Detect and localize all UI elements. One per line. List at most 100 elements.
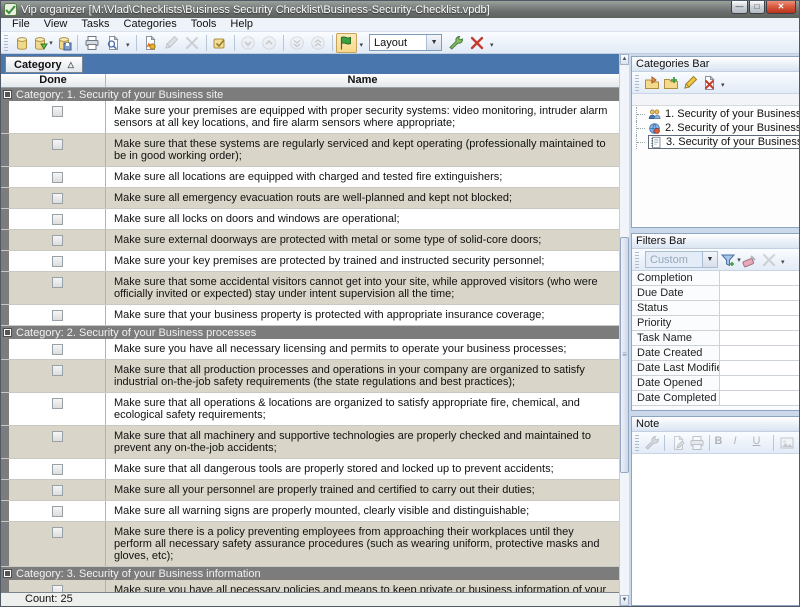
filter-value-field[interactable] xyxy=(720,331,799,345)
menu-item-view[interactable]: View xyxy=(37,18,75,31)
filter-value-field[interactable] xyxy=(720,391,799,405)
toolbar-grip[interactable] xyxy=(635,435,639,451)
task-row[interactable]: Make sure all emergency evacuation routs… xyxy=(1,188,619,209)
menu-item-tasks[interactable]: Tasks xyxy=(74,18,116,31)
task-row[interactable]: Make sure you have all necessary policie… xyxy=(1,580,619,592)
task-checkbox[interactable] xyxy=(52,214,63,225)
menu-item-help[interactable]: Help xyxy=(223,18,260,31)
filter-value-field[interactable] xyxy=(720,286,799,300)
delete-category-button[interactable] xyxy=(699,73,718,93)
close-button[interactable]: ✕ xyxy=(766,1,796,14)
delete-layout-button[interactable] xyxy=(466,33,487,53)
filter-value-field[interactable] xyxy=(720,346,799,360)
scrollbar-track[interactable] xyxy=(620,65,629,595)
category-item[interactable]: 2. Security of your Business processes88 xyxy=(632,121,799,135)
maximize-button[interactable]: □ xyxy=(749,1,765,14)
task-checkbox[interactable] xyxy=(52,365,63,376)
scroll-down-button[interactable]: ▼ xyxy=(620,595,629,606)
apply-filter-button[interactable]: ▾ xyxy=(721,250,740,270)
save-database-button[interactable] xyxy=(53,33,74,53)
task-checkbox[interactable] xyxy=(52,585,63,592)
column-header-done[interactable]: Done xyxy=(1,74,106,87)
new-task-button[interactable] xyxy=(140,33,161,53)
toolbar-overflow-chevron-icon[interactable]: ▾ xyxy=(123,39,133,53)
filter-value-field[interactable] xyxy=(720,271,799,285)
task-row[interactable]: Make sure that all machinery and support… xyxy=(1,426,619,459)
task-row[interactable]: Make sure that all operations & location… xyxy=(1,393,619,426)
task-checkbox[interactable] xyxy=(52,235,63,246)
toolbar-overflow-chevron-icon[interactable]: ▾ xyxy=(778,256,788,270)
filter-value-field[interactable] xyxy=(720,361,799,375)
task-checkbox[interactable] xyxy=(52,527,63,538)
collapse-group-icon[interactable] xyxy=(3,90,12,99)
toolbar-grip[interactable] xyxy=(4,35,8,51)
filter-value-field[interactable] xyxy=(720,376,799,390)
scrollbar-thumb[interactable] xyxy=(620,237,629,473)
collapse-group-icon[interactable] xyxy=(3,569,12,578)
task-checkbox[interactable] xyxy=(52,277,63,288)
edit-category-button[interactable] xyxy=(680,73,699,93)
customize-layout-button[interactable] xyxy=(445,33,466,53)
toolbar-overflow-chevron-icon[interactable]: ▾ xyxy=(357,39,367,53)
category-item[interactable]: 1. Security of your Business site99 xyxy=(632,107,799,121)
task-checkbox[interactable] xyxy=(52,106,63,117)
print-preview-button[interactable] xyxy=(102,33,123,53)
task-row[interactable]: Make sure all warning signs are properly… xyxy=(1,501,619,522)
task-row[interactable]: Make sure all locations are equipped wit… xyxy=(1,167,619,188)
vertical-scrollbar[interactable]: ▲ ▼ xyxy=(619,54,629,606)
open-category-button[interactable] xyxy=(642,73,661,93)
task-checkbox[interactable] xyxy=(52,139,63,150)
layout-view-button[interactable] xyxy=(336,33,357,53)
task-checkbox[interactable] xyxy=(52,485,63,496)
toolbar-overflow-chevron-icon[interactable]: ▾ xyxy=(487,39,497,53)
group-header[interactable]: Category: 3. Security of your Business i… xyxy=(1,567,619,580)
new-database-button[interactable] xyxy=(11,33,32,53)
task-row[interactable]: Make sure you have all necessary licensi… xyxy=(1,339,619,360)
task-checkbox[interactable] xyxy=(52,193,63,204)
group-by-category-button[interactable]: Category △ xyxy=(5,56,83,73)
task-row[interactable]: Make sure there is a policy preventing e… xyxy=(1,522,619,567)
group-header[interactable]: Category: 1. Security of your Business s… xyxy=(1,88,619,101)
menu-item-categories[interactable]: Categories xyxy=(117,18,184,31)
filter-value-field[interactable] xyxy=(720,301,799,315)
task-checkbox[interactable] xyxy=(52,464,63,475)
new-category-button[interactable] xyxy=(661,73,680,93)
task-row[interactable]: Make sure that these systems are regular… xyxy=(1,134,619,167)
task-row[interactable]: Make sure all locks on doors and windows… xyxy=(1,209,619,230)
task-row[interactable]: Make sure all your personnel are properl… xyxy=(1,480,619,501)
task-checkbox[interactable] xyxy=(52,256,63,267)
scroll-up-button[interactable]: ▲ xyxy=(620,54,629,65)
task-row[interactable]: Make sure external doorways are protecte… xyxy=(1,230,619,251)
group-header[interactable]: Category: 2. Security of your Business p… xyxy=(1,326,619,339)
task-checkbox[interactable] xyxy=(52,172,63,183)
chevron-down-icon[interactable]: ▼ xyxy=(702,252,717,267)
task-row[interactable]: Make sure your premises are equipped wit… xyxy=(1,101,619,134)
task-checkbox[interactable] xyxy=(52,398,63,409)
column-header-name[interactable]: Name xyxy=(106,74,619,87)
task-row[interactable]: Make sure that all production processes … xyxy=(1,360,619,393)
menu-item-tools[interactable]: Tools xyxy=(184,18,224,31)
open-database-button[interactable]: ▾ xyxy=(32,33,53,53)
menu-item-file[interactable]: File xyxy=(5,18,37,31)
task-row[interactable]: Make sure that some accidental visitors … xyxy=(1,272,619,305)
layout-combobox[interactable]: Layout▼ xyxy=(369,34,442,51)
minimize-button[interactable]: — xyxy=(731,1,748,14)
filter-preset-combobox[interactable]: Custom▼ xyxy=(645,251,718,268)
toolbar-overflow-chevron-icon[interactable]: ▾ xyxy=(718,79,728,93)
task-checkbox[interactable] xyxy=(52,431,63,442)
toolbar-grip[interactable] xyxy=(635,75,639,91)
collapse-group-icon[interactable] xyxy=(3,328,12,337)
category-item[interactable]: 3. Security of your Business information… xyxy=(632,135,799,149)
clear-filter-button[interactable] xyxy=(740,250,759,270)
task-checkbox[interactable] xyxy=(52,344,63,355)
chevron-down-icon[interactable]: ▼ xyxy=(426,35,441,50)
print-button[interactable] xyxy=(81,33,102,53)
task-row[interactable]: Make sure your key premises are protecte… xyxy=(1,251,619,272)
task-checkbox[interactable] xyxy=(52,310,63,321)
task-checkbox[interactable] xyxy=(52,506,63,517)
complete-task-button[interactable] xyxy=(210,33,231,53)
toolbar-grip[interactable] xyxy=(635,252,639,268)
task-row[interactable]: Make sure that all dangerous tools are p… xyxy=(1,459,619,480)
note-content[interactable] xyxy=(632,454,799,605)
task-row[interactable]: Make sure that your business property is… xyxy=(1,305,619,326)
